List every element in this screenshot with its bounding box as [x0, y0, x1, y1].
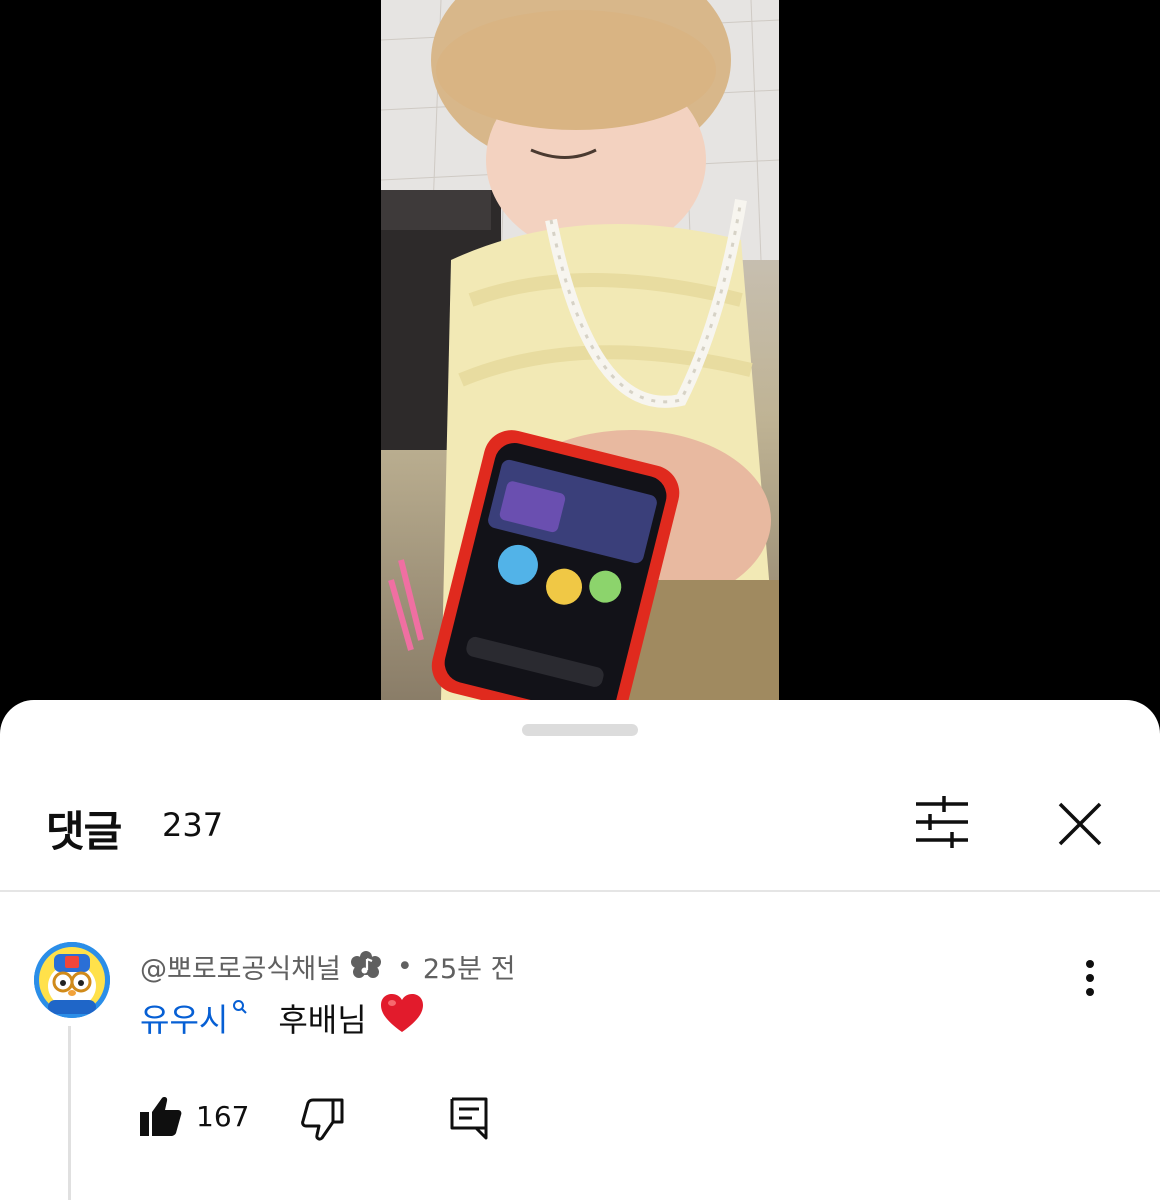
comment-actions: 167 — [136, 1092, 536, 1148]
comment-body: 후배님 — [278, 1001, 367, 1039]
like-button[interactable] — [136, 1092, 184, 1140]
search-icon[interactable] — [232, 996, 248, 1020]
close-button[interactable] — [1048, 792, 1112, 856]
verified-badge-icon — [350, 951, 381, 981]
close-icon — [1058, 802, 1102, 846]
pororo-avatar-icon — [34, 942, 110, 1018]
comments-title: 댓글 — [46, 807, 122, 856]
dislike-button[interactable] — [298, 1096, 346, 1144]
thumbs-down-icon — [301, 1098, 344, 1141]
avatar[interactable] — [34, 942, 110, 1018]
comments-count: 237 — [162, 806, 224, 844]
thumbs-up-icon — [140, 1097, 182, 1136]
sliders-icon — [916, 796, 968, 848]
comments-header: 댓글 237 — [0, 770, 1160, 880]
heart-emoji — [380, 993, 423, 1043]
like-count: 167 — [196, 1100, 250, 1133]
comment-item: @뽀로로공식채널 • 25분 전 유우시 후배님 167 — [0, 892, 1160, 1200]
comment-meta: @뽀로로공식채널 • 25분 전 — [140, 947, 516, 986]
more-options-button[interactable] — [1072, 958, 1108, 998]
reply-comment-icon — [450, 1097, 488, 1140]
comment-author[interactable]: @뽀로로공식채널 — [140, 947, 341, 986]
youtube-shorts-comments-screen: 댓글 237 @뽀로로공식채널 • 25분 전 유우시 후배님 167 — [0, 0, 1160, 1200]
comments-sheet: 댓글 237 @뽀로로공식채널 • 25분 전 유우시 후배님 167 — [0, 700, 1160, 1200]
reply-button[interactable] — [446, 1094, 492, 1142]
more-vert-icon — [1086, 960, 1094, 996]
reply-thread-line — [68, 1026, 71, 1200]
video-frame[interactable] — [381, 0, 779, 700]
comment-text: 유우시 후배님 — [140, 993, 423, 1043]
video-player[interactable] — [0, 0, 1160, 720]
video-thumbnail-illustration — [381, 0, 779, 700]
meta-separator: • — [396, 950, 413, 982]
drag-handle[interactable] — [522, 724, 638, 736]
comment-timestamp: 25분 전 — [422, 953, 516, 985]
mention-link[interactable]: 유우시 — [140, 995, 228, 1041]
sort-filter-button[interactable] — [908, 792, 976, 852]
